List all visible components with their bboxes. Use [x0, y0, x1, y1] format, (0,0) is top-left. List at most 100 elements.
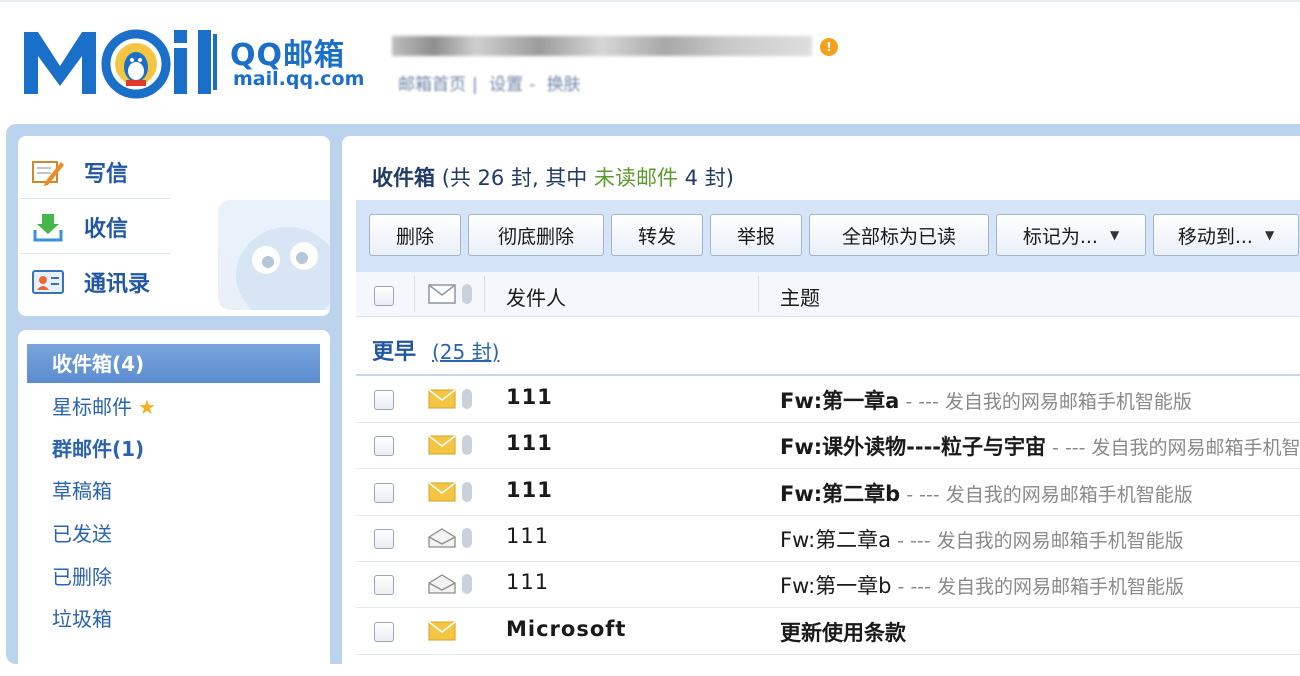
- read-envelope-icon: [428, 574, 456, 594]
- column-subject[interactable]: 主题: [780, 282, 820, 311]
- mail-row-checkbox[interactable]: [374, 482, 394, 503]
- logo-divider: [213, 34, 217, 90]
- unread-envelope-icon: [428, 620, 456, 640]
- attachment-indicator-icon: [462, 435, 472, 456]
- chevron-down-icon: ▼: [1109, 228, 1120, 242]
- mail-row-checkbox[interactable]: [374, 528, 394, 549]
- mail-subject-text: Fw:第一章a: [780, 389, 900, 413]
- home-link[interactable]: 邮箱首页: [398, 75, 466, 95]
- divider: [20, 253, 170, 254]
- warning-icon[interactable]: !: [820, 38, 838, 56]
- read-envelope-icon: [428, 528, 456, 548]
- mail-subject[interactable]: Fw:第二章b - --- 发自我的网易邮箱手机智能版: [780, 478, 1193, 508]
- settings-link[interactable]: 设置: [489, 75, 523, 95]
- mark-all-read-button[interactable]: 全部标为已读: [809, 214, 989, 256]
- column-header: [356, 272, 1300, 317]
- receive-label: 收信: [84, 217, 129, 242]
- move-to-dropdown[interactable]: 移动到... ▼: [1153, 214, 1299, 256]
- compose-icon: [30, 157, 66, 187]
- receive-button[interactable]: 收信: [30, 207, 270, 247]
- inbox-summary-suffix: 4 封): [677, 166, 734, 190]
- attachment-header-icon[interactable]: [462, 284, 472, 304]
- mail-subject-text: 更新使用条款: [780, 620, 906, 645]
- folder-drafts[interactable]: 草稿箱: [52, 474, 112, 508]
- mail-sender[interactable]: Microsoft: [506, 617, 626, 641]
- receive-icon: [30, 212, 66, 242]
- column-divider: [414, 276, 415, 312]
- column-divider: [484, 276, 485, 312]
- attachment-indicator-icon: [462, 574, 472, 595]
- delete-button[interactable]: 删除: [369, 214, 461, 256]
- folder-inbox-label: 收件箱(4): [52, 352, 145, 376]
- unread-link[interactable]: 未读邮件: [594, 166, 678, 190]
- mail-sender[interactable]: 111: [506, 385, 553, 409]
- mail-sender[interactable]: 111: [506, 524, 549, 548]
- mail-row-checkbox[interactable]: [374, 436, 394, 457]
- attachment-indicator-icon: [462, 481, 472, 502]
- folder-spam[interactable]: 垃圾箱: [52, 602, 112, 636]
- mail-row[interactable]: 111 Fw:第一章a - --- 发自我的网易邮箱手机智能版: [356, 376, 1300, 423]
- attachment-indicator-icon: [462, 389, 472, 409]
- forward-button[interactable]: 转发: [611, 214, 703, 256]
- star-icon: ★: [138, 395, 156, 419]
- mail-preview-text: - --- 发自我的网易邮箱手机智能版: [899, 391, 1192, 413]
- mail-row-checkbox[interactable]: [374, 621, 394, 642]
- unread-envelope-icon: [428, 389, 456, 409]
- mail-sender[interactable]: 111: [506, 570, 549, 594]
- mail-row[interactable]: 111 Fw:课外读物----粒子与宇宙 - --- 发自我的网易邮箱手机智能版: [356, 422, 1300, 470]
- compose-label: 写信: [84, 162, 129, 187]
- skin-link[interactable]: 换肤: [547, 75, 581, 95]
- header-links: 邮箱首页 | 设置 - 换肤: [398, 75, 581, 95]
- account-name-blurred: [392, 36, 812, 56]
- mail-preview-text: - --- 发自我的网易邮箱手机智能版: [891, 529, 1184, 552]
- report-button[interactable]: 举报: [710, 214, 802, 256]
- compose-button[interactable]: 写信: [30, 152, 270, 192]
- mail-subject[interactable]: Fw:第一章a - --- 发自我的网易邮箱手机智能版: [780, 385, 1192, 415]
- permanent-delete-button[interactable]: 彻底删除: [468, 214, 604, 256]
- inbox-title-label: 收件箱: [372, 166, 435, 190]
- unread-envelope-icon: [428, 435, 456, 455]
- mail-subject-text: Fw:课外读物----粒子与宇宙: [780, 435, 1047, 460]
- folder-deleted[interactable]: 已删除: [52, 560, 112, 594]
- group-earlier-label: 更早: [372, 340, 417, 365]
- chevron-down-icon: ▼: [1264, 228, 1275, 242]
- divider: [20, 198, 170, 199]
- group-earlier-count[interactable]: (25 封): [432, 336, 499, 365]
- mail-row-checkbox[interactable]: [374, 575, 394, 596]
- folder-starred[interactable]: 星标邮件 ★: [52, 390, 156, 424]
- mail-subject-text: Fw:第二章a: [780, 527, 892, 552]
- mark-as-label: 标记为...: [1022, 225, 1098, 248]
- column-divider: [758, 276, 759, 312]
- mail-subject[interactable]: Fw:第二章a - --- 发自我的网易邮箱手机智能版: [780, 524, 1184, 554]
- column-sender[interactable]: 发件人: [506, 282, 566, 311]
- mail-row[interactable]: 111 Fw:第二章b - --- 发自我的网易邮箱手机智能版: [356, 469, 1300, 516]
- select-all-checkbox[interactable]: [374, 286, 394, 306]
- mail-preview-text: - --- 发自我的网易邮箱手机智能版: [1052, 437, 1300, 460]
- folder-sent[interactable]: 已发送: [52, 517, 112, 551]
- contacts-icon: [30, 267, 66, 297]
- mark-as-dropdown[interactable]: 标记为... ▼: [996, 214, 1146, 256]
- mail-preview-text: - --- 发自我的网易邮箱手机智能版: [891, 576, 1185, 599]
- mail-preview-text: - --- 发自我的网易邮箱手机智能版: [900, 483, 1193, 506]
- inbox-title: 收件箱 (共 26 封, 其中 未读邮件 4 封): [372, 162, 734, 192]
- mail-sender[interactable]: 111: [506, 431, 553, 455]
- mail-row[interactable]: Microsoft 更新使用条款: [356, 608, 1300, 655]
- contacts-button[interactable]: 通讯录: [30, 262, 270, 302]
- folder-starred-label: 星标邮件: [52, 395, 132, 419]
- top-border: [0, 0, 1300, 2]
- inbox-summary-prefix: (共 26 封, 其中: [441, 166, 594, 190]
- mail-subject[interactable]: Fw:课外读物----粒子与宇宙 - --- 发自我的网易邮箱手机智能版: [780, 431, 1300, 461]
- read-status-header-icon[interactable]: [428, 284, 456, 304]
- mail-row-checkbox[interactable]: [374, 390, 394, 410]
- mail-subject[interactable]: Fw:第一章b - --- 发自我的网易邮箱手机智能版: [780, 570, 1184, 600]
- attachment-indicator-icon: [462, 527, 472, 548]
- mail-row[interactable]: 111 Fw:第二章a - --- 发自我的网易邮箱手机智能版: [356, 515, 1300, 562]
- move-to-label: 移动到...: [1177, 225, 1253, 248]
- mail-row[interactable]: 111 Fw:第一章b - --- 发自我的网易邮箱手机智能版: [356, 561, 1300, 609]
- contacts-label: 通讯录: [84, 272, 151, 297]
- mail-sender[interactable]: 111: [506, 478, 553, 502]
- mail-subject[interactable]: 更新使用条款: [780, 617, 906, 647]
- folder-group-mail[interactable]: 群邮件(1): [52, 432, 144, 466]
- mail-subject-text: Fw:第一章b: [780, 574, 892, 599]
- unread-envelope-icon: [428, 481, 456, 502]
